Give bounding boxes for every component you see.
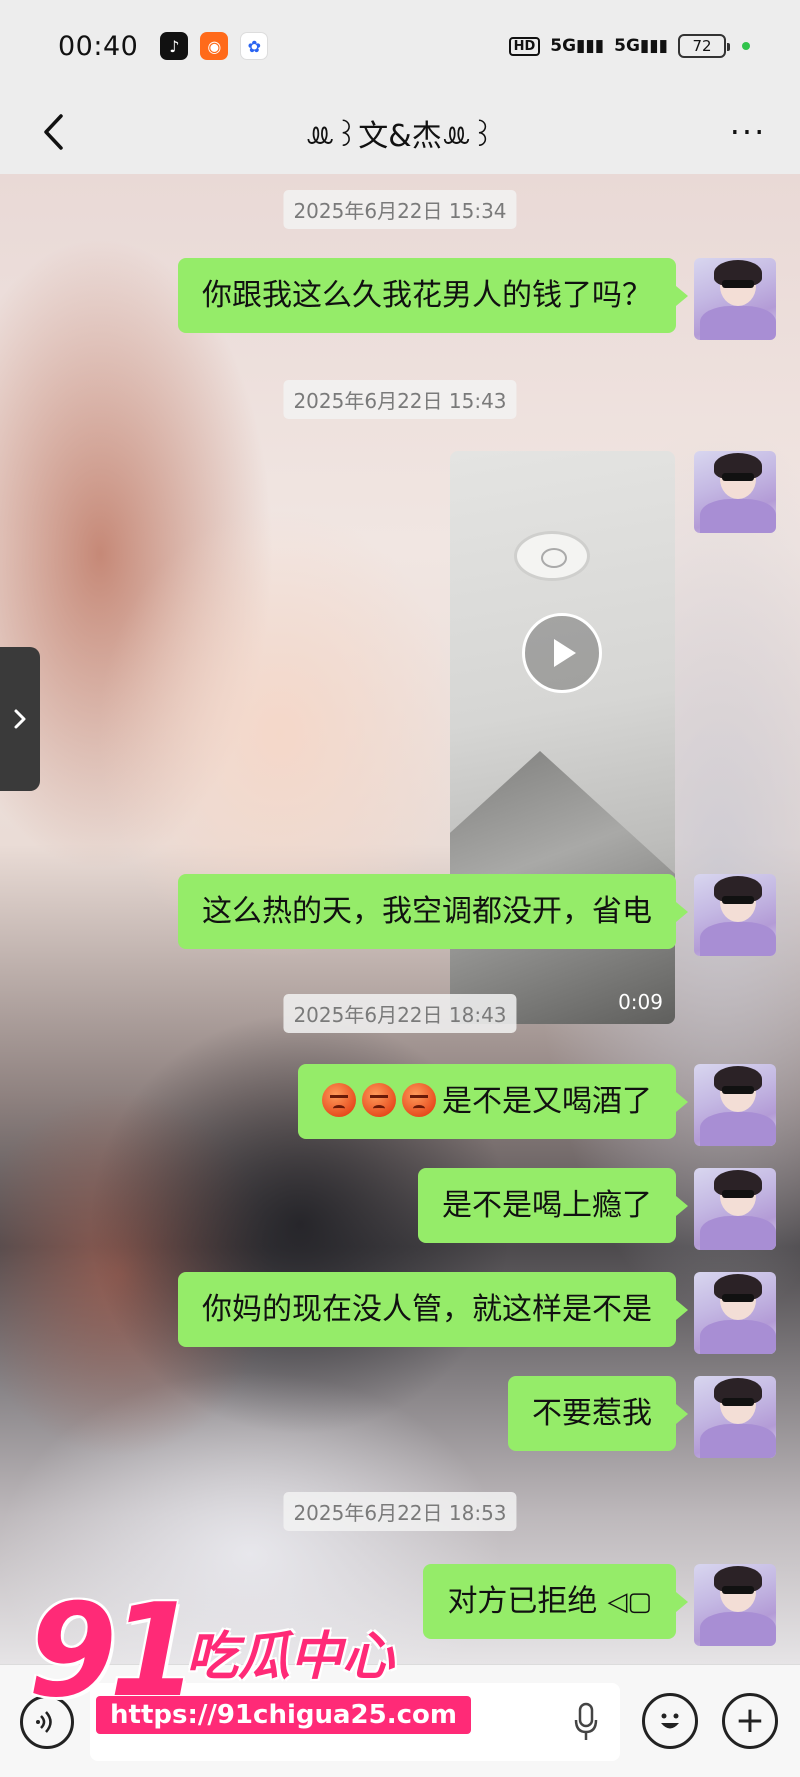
chat-title: ꔛ꒱文&杰ꔛ꒱	[305, 119, 495, 154]
avatar[interactable]	[694, 1376, 776, 1458]
status-dot	[742, 42, 750, 50]
video-duration: 0:09	[618, 990, 663, 1014]
signal-5g-icon: 5G▮▮▮	[550, 36, 605, 56]
tiktok-icon: ♪	[160, 32, 189, 60]
angry-emoji-icon	[402, 1083, 436, 1117]
timestamp: 2025年6月22日 18:43	[283, 994, 517, 1033]
call-rejected-bubble[interactable]: 对方已拒绝 ◁▢	[423, 1564, 688, 1639]
watermark-logo-text: 吃瓜中心	[186, 1627, 395, 1687]
side-drawer-tab[interactable]	[0, 647, 40, 791]
more-button[interactable]: ···	[720, 106, 776, 158]
mic-button[interactable]	[566, 1699, 606, 1745]
status-time: 00:40	[58, 30, 139, 62]
avatar[interactable]	[694, 258, 776, 340]
timestamp: 2025年6月22日 15:43	[283, 380, 517, 419]
play-icon	[554, 639, 576, 667]
angry-emoji-icon	[322, 1083, 356, 1117]
notification-icons: ♪ ◉ ✿	[160, 32, 269, 60]
chevron-left-icon	[44, 114, 63, 150]
timestamp: 2025年6月22日 18:53	[283, 1492, 517, 1531]
avatar[interactable]	[694, 1564, 776, 1646]
avatar[interactable]	[694, 874, 776, 956]
message-bubble[interactable]: 这么热的天，我空调都没开，省电	[178, 874, 688, 949]
play-button[interactable]	[522, 613, 602, 693]
plus-button[interactable]: +	[722, 1693, 778, 1749]
chat-area[interactable]: 2025年6月22日 15:34 你跟我这么久我花男人的钱了吗？ 2025年6月…	[0, 174, 800, 1664]
chevron-right-icon	[14, 709, 26, 729]
kuaishou-icon: ◉	[200, 32, 229, 60]
avatar[interactable]	[694, 451, 776, 533]
status-right: HD 5G▮▮▮ 5G▮▮▮ 72	[508, 34, 750, 58]
message-bubble[interactable]: 你跟我这么久我花男人的钱了吗？	[178, 258, 688, 333]
battery-icon: 72	[678, 34, 730, 58]
angry-emoji-icon	[362, 1083, 396, 1117]
message-bubble[interactable]: 是不是又喝酒了	[298, 1064, 688, 1139]
plus-icon: +	[734, 1700, 766, 1741]
emoji-icon	[661, 1713, 679, 1729]
avatar[interactable]	[694, 1272, 776, 1354]
message-bubble[interactable]: 是不是喝上瘾了	[418, 1168, 688, 1243]
back-button[interactable]	[28, 106, 80, 158]
voice-call-icon: ◁▢	[607, 1587, 652, 1617]
more-dots-icon: ···	[729, 113, 767, 151]
status-bar: 00:40 ♪ ◉ ✿ HD 5G▮▮▮ 5G▮▮▮ 72	[0, 0, 800, 92]
timestamp: 2025年6月22日 15:34	[283, 190, 517, 229]
watermark-url: https://91chigua25.com	[96, 1696, 471, 1734]
baidu-icon: ✿	[240, 32, 269, 60]
message-bubble[interactable]: 不要惹我	[508, 1376, 688, 1451]
message-bubble[interactable]: 你妈的现在没人管，就这样是不是	[178, 1272, 688, 1347]
avatar[interactable]	[694, 1064, 776, 1146]
hd-badge: HD	[508, 36, 541, 56]
nav-bar: ꔛ꒱文&杰ꔛ꒱ ···	[0, 92, 800, 174]
avatar[interactable]	[694, 1168, 776, 1250]
mic-icon	[574, 1702, 598, 1740]
emoji-button[interactable]	[642, 1693, 698, 1749]
video-thumbnail	[514, 531, 590, 581]
signal-5g-icon-2: 5G▮▮▮	[614, 36, 668, 56]
